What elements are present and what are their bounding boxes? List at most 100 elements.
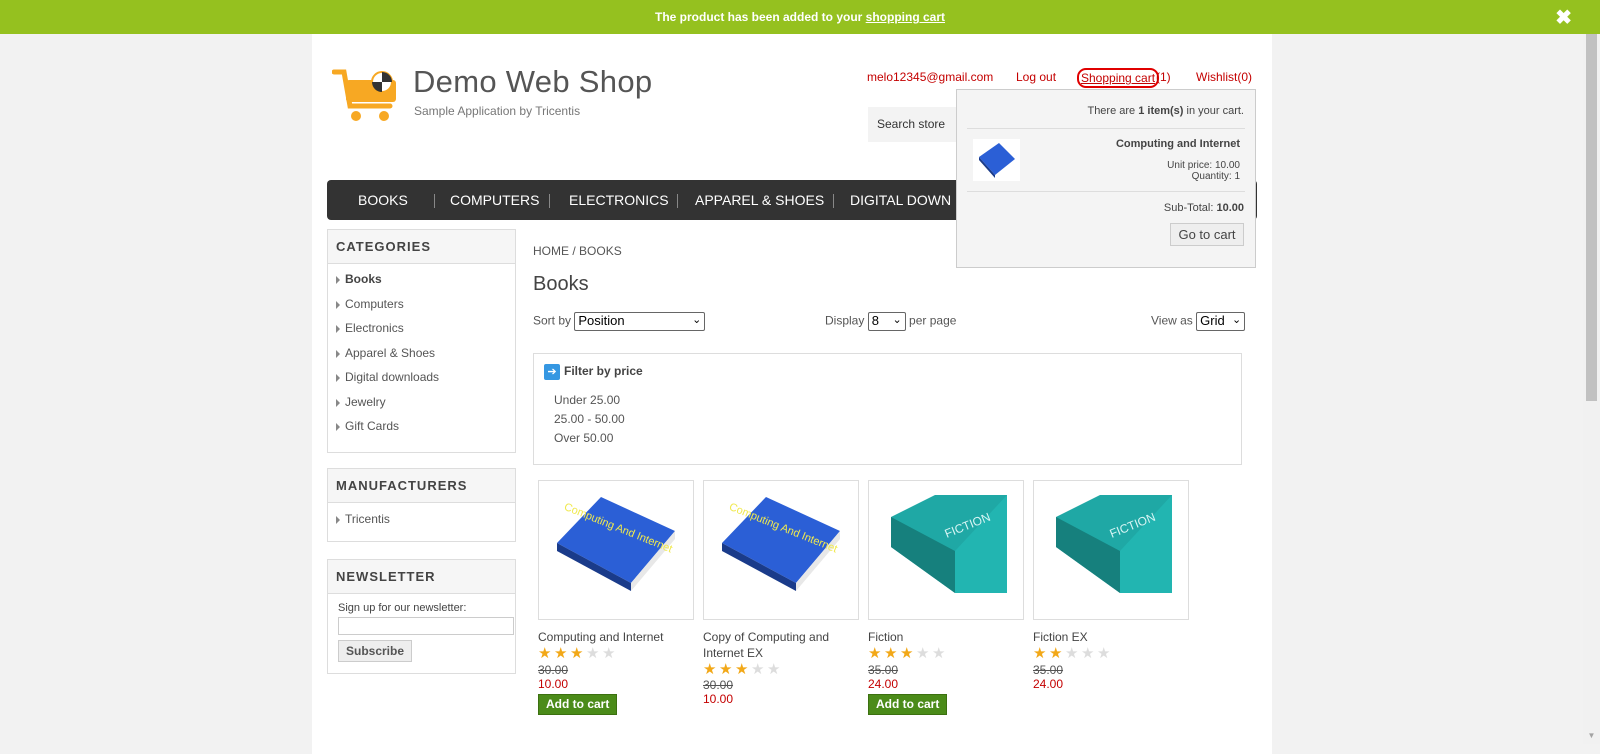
book-cover-icon: FICTION	[891, 495, 1007, 593]
star-icon: ★	[751, 661, 765, 678]
logout-link[interactable]: Log out	[1016, 70, 1056, 84]
cart-item-quantity: Quantity: 1	[1191, 171, 1240, 182]
star-icon: ★	[1065, 645, 1079, 662]
star-icon: ★	[868, 645, 882, 662]
cart-logo-icon[interactable]	[332, 66, 402, 124]
view-select[interactable]: Grid ⌄	[1196, 312, 1246, 331]
rating-stars: ★ ★ ★ ★ ★	[538, 645, 618, 662]
menu-divider	[833, 194, 834, 208]
category-apparel[interactable]: Apparel & Shoes	[335, 346, 435, 360]
filter-over-50[interactable]: Over 50.00	[554, 431, 613, 445]
star-icon: ★	[932, 645, 946, 662]
shop-title[interactable]: Demo Web Shop	[413, 64, 652, 100]
cart-count-prefix: There are	[1087, 105, 1139, 117]
old-price: 30.00	[538, 663, 569, 677]
categories-block: CATEGORIES Books Computers Electronics A…	[327, 229, 516, 453]
category-books[interactable]: Books	[336, 272, 382, 286]
scroll-down-arrow-icon[interactable]: ▼	[1583, 727, 1600, 744]
menu-computers[interactable]: COMPUTERS	[450, 192, 539, 208]
search-placeholder: Search store	[877, 117, 946, 131]
sort-select[interactable]: Position ⌄	[574, 312, 706, 331]
book-cover-icon: Computing And Internet	[722, 497, 840, 591]
scrollbar-thumb[interactable]	[1586, 18, 1597, 401]
chevron-down-icon: ⌄	[1231, 314, 1242, 326]
breadcrumb-current: BOOKS	[579, 244, 622, 258]
menu-divider	[434, 194, 435, 208]
newsletter-email-input[interactable]	[338, 617, 514, 635]
product-title[interactable]: Fiction	[868, 629, 1018, 645]
shopping-cart-link[interactable]: Shopping cart	[1077, 68, 1160, 88]
cart-count-suffix: in your cart.	[1183, 105, 1244, 117]
price: 24.00	[1033, 677, 1064, 691]
cart-count[interactable]: (1)	[1156, 70, 1171, 84]
product-title[interactable]: Computing and Internet	[538, 629, 688, 645]
display-select[interactable]: 8 ⌄	[867, 312, 906, 331]
notification-cart-link[interactable]: shopping cart	[866, 10, 945, 24]
filter-under-25[interactable]: Under 25.00	[554, 393, 620, 407]
sort-value: Position	[578, 313, 625, 328]
go-to-cart-button[interactable]: Go to cart	[1170, 223, 1244, 246]
menu-divider	[677, 194, 678, 208]
product-image[interactable]: Computing And Internet	[703, 480, 859, 620]
subscribe-button[interactable]: Subscribe	[338, 640, 412, 662]
close-icon[interactable]: ✖	[1555, 0, 1572, 36]
newsletter-title: NEWSLETTER	[328, 560, 515, 594]
menu-books[interactable]: BOOKS	[358, 192, 408, 208]
cart-item-unit-price: Unit price: 10.00	[1167, 160, 1240, 171]
newsletter-block: NEWSLETTER Sign up for our newsletter: S…	[327, 559, 516, 674]
filter-title: Filter by price	[564, 364, 643, 378]
menu-electronics[interactable]: ELECTRONICS	[569, 192, 669, 208]
old-price: 35.00	[1033, 663, 1064, 677]
product-image[interactable]: FICTION	[1033, 480, 1189, 620]
category-electronics[interactable]: Electronics	[336, 321, 404, 335]
product-title[interactable]: Fiction EX	[1033, 629, 1183, 645]
per-page-label: per page	[909, 313, 957, 328]
product-title[interactable]: Copy of Computing and Internet EX	[703, 629, 853, 661]
newsletter-label: Sign up for our newsletter:	[338, 602, 467, 614]
category-jewelry[interactable]: Jewelry	[336, 395, 386, 409]
star-icon: ★	[916, 645, 930, 662]
category-digital-downloads[interactable]: Digital downloads	[335, 370, 439, 384]
search-input[interactable]: Search store	[868, 107, 968, 142]
breadcrumb-separator: /	[572, 244, 576, 258]
sort-label: Sort by	[533, 313, 572, 328]
breadcrumb-home[interactable]: HOME	[533, 244, 569, 258]
breadcrumb: HOME / BOOKS	[533, 244, 622, 258]
product-image[interactable]: FICTION	[868, 480, 1024, 620]
manufacturers-block: MANUFACTURERS Tricentis	[327, 468, 516, 542]
menu-apparel[interactable]: APPAREL & SHOES	[695, 192, 824, 208]
filter-25-50[interactable]: 25.00 - 50.00	[554, 412, 625, 426]
cart-item-name[interactable]: Computing and Internet	[1116, 138, 1240, 150]
star-icon: ★	[767, 661, 781, 678]
product-image[interactable]: Computing And Internet	[538, 480, 694, 620]
cart-count-bold: 1 item(s)	[1138, 105, 1184, 117]
add-to-cart-button[interactable]: Add to cart	[538, 694, 618, 715]
wishlist-link[interactable]: Wishlist(0)	[1196, 70, 1252, 84]
cart-item-thumbnail[interactable]	[973, 139, 1020, 181]
menu-digital-downloads[interactable]: DIGITAL DOWN	[850, 192, 951, 208]
chevron-down-icon: ⌄	[692, 314, 702, 326]
scrollbar[interactable]: ▲ ▼	[1583, 0, 1600, 744]
chevron-down-icon: ⌄	[892, 314, 902, 326]
add-to-cart-button[interactable]: Add to cart	[868, 694, 948, 715]
arrow-right-icon: ➔	[544, 364, 560, 380]
view-label: View as	[1151, 313, 1193, 328]
manufacturer-tricentis[interactable]: Tricentis	[336, 512, 390, 526]
cart-subtotal: Sub-Total: 10.00	[1164, 202, 1244, 214]
account-email-link[interactable]: melo12345@gmail.com	[867, 70, 993, 84]
mini-cart-flyout: There are 1 item(s) in your cart. Comput…	[956, 89, 1256, 268]
category-computers[interactable]: Computers	[336, 297, 404, 311]
categories-title: CATEGORIES	[328, 230, 515, 264]
star-icon: ★	[1081, 645, 1095, 662]
view-value: Grid	[1200, 313, 1225, 328]
category-gift-cards[interactable]: Gift Cards	[335, 419, 399, 433]
rating-stars: ★ ★ ★ ★ ★	[703, 661, 783, 678]
page-title: Books	[533, 273, 589, 295]
star-icon: ★	[1097, 645, 1111, 662]
star-icon: ★	[586, 645, 600, 662]
subtotal-value: 10.00	[1216, 202, 1244, 214]
book-image-icon	[979, 143, 1015, 178]
notification-bar: The product has been added to your shopp…	[0, 0, 1600, 34]
view-control: View as Grid ⌄	[1151, 312, 1246, 331]
price: 24.00	[868, 677, 899, 691]
